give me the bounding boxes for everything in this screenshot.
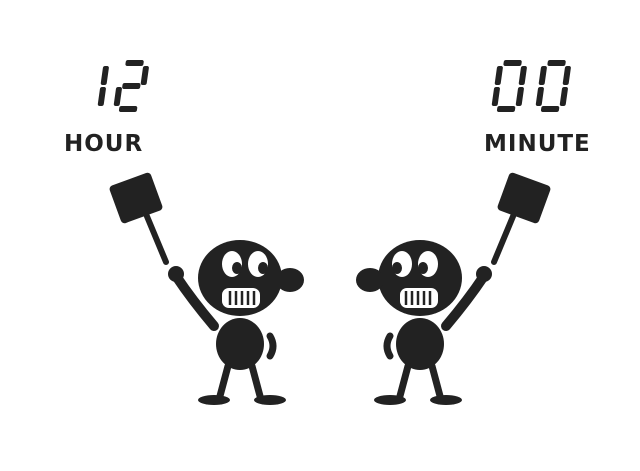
hour-digit-0 xyxy=(97,66,109,106)
hour-seg-b xyxy=(140,66,149,85)
minute-seg-d xyxy=(496,106,516,112)
minute-digit-1 xyxy=(535,60,571,112)
game-screen: HOUR MINUTE xyxy=(0,0,640,471)
hour-label: HOUR xyxy=(64,131,144,157)
minute-seg-f xyxy=(494,66,503,85)
minute-label: MINUTE xyxy=(484,131,591,157)
minute-digit-0 xyxy=(491,60,527,112)
minute-seg-d xyxy=(540,106,560,112)
left-hammer-character xyxy=(100,160,320,420)
minute-seg-c xyxy=(515,87,524,106)
hour-display xyxy=(68,58,158,114)
minute-seg-a xyxy=(547,60,566,66)
minute-seg-b xyxy=(518,66,527,85)
minute-seg-e xyxy=(535,87,544,106)
hour-digit-1 xyxy=(113,60,149,112)
hour-seg-c xyxy=(97,87,106,106)
hammer-icon xyxy=(109,172,169,265)
minute-seg-a xyxy=(503,60,522,66)
minute-display xyxy=(486,58,586,114)
hour-seg-g xyxy=(122,83,141,89)
minute-seg-f xyxy=(538,66,547,85)
hour-seg-a xyxy=(125,60,144,66)
right-hammer-character xyxy=(340,160,560,420)
minute-digits-svg xyxy=(491,60,571,112)
minute-seg-b xyxy=(562,66,571,85)
hammer-icon xyxy=(491,172,551,265)
hour-seg-d xyxy=(118,106,138,112)
hour-seg-b xyxy=(100,66,109,85)
hour-digits-svg xyxy=(97,60,149,112)
minute-seg-c xyxy=(559,87,568,106)
minute-seg-e xyxy=(491,87,500,106)
hour-seg-e xyxy=(113,87,122,106)
